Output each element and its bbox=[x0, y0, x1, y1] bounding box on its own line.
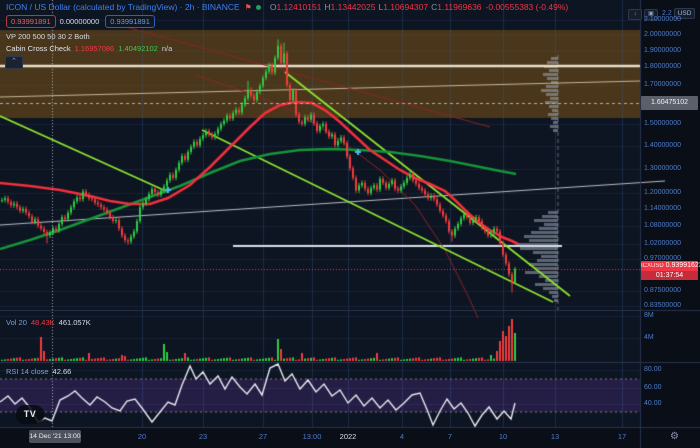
price-axis-tick: 1.08000000 bbox=[644, 222, 681, 229]
price-axis-tick: 1.70000000 bbox=[644, 81, 681, 88]
zero-value: 0.00000000 bbox=[60, 17, 100, 26]
low-value: 1.10694307 bbox=[383, 2, 428, 12]
price-axis[interactable]: 2.10000000 2.00000000 1.90000000 1.80000000… bbox=[641, 0, 700, 427]
price-axis-tick: 80.00 bbox=[644, 366, 662, 373]
time-axis-tick: 13:00 bbox=[303, 432, 322, 441]
time-axis-tick: 13 bbox=[551, 432, 559, 441]
symbol-title[interactable]: ICON / US Dollar (calculated by TradingV… bbox=[6, 2, 240, 12]
last-price-value: 0.93991623 bbox=[666, 262, 700, 269]
price-axis-tick: 8M bbox=[644, 312, 654, 319]
chart-canvas[interactable] bbox=[0, 0, 700, 448]
flag-icon[interactable]: ⚑ bbox=[245, 3, 252, 12]
tradingview-chart-window: ICON / US Dollar (calculated by TradingV… bbox=[0, 0, 700, 448]
cabin-value-3: n/a bbox=[162, 44, 172, 53]
crosshair-price-label: 1.60475102 bbox=[641, 96, 698, 110]
vp-indicator-row[interactable]: VP 200 500 50 30 2 Both bbox=[6, 32, 90, 41]
cabin-indicator-row[interactable]: Cabin Cross Check 1.169570861.40492102 n/a bbox=[6, 44, 172, 53]
settings-gear-icon[interactable]: ⚙ bbox=[670, 431, 679, 442]
price-axis-tick: 1.80000000 bbox=[644, 63, 681, 70]
price-axis-tick: 1.90000000 bbox=[644, 47, 681, 54]
price-axis-tick: 0.87500000 bbox=[644, 287, 681, 294]
time-axis-tick: 23 bbox=[199, 432, 207, 441]
change-value: -0.00555383 (-0.49%) bbox=[486, 2, 569, 12]
alert-price-badge-blue[interactable]: 0.93991891 bbox=[105, 15, 155, 28]
alert-badges-row: 0.93991891 0.00000000 0.93991891 bbox=[6, 15, 155, 28]
rsi-title: RSI bbox=[6, 367, 19, 376]
volume-value-2: 461.057K bbox=[59, 318, 91, 327]
tradingview-logo[interactable]: TV bbox=[16, 405, 44, 424]
price-axis-tick: 40.00 bbox=[644, 400, 662, 407]
cabin-value-2: 1.40492102 bbox=[118, 44, 158, 53]
time-axis-tick: 7 bbox=[448, 432, 452, 441]
time-axis-tick: 27 bbox=[259, 432, 267, 441]
symbol-legend: ICON / US Dollar (calculated by TradingV… bbox=[6, 2, 568, 12]
price-axis-tick: 1.50000000 bbox=[644, 120, 681, 127]
time-axis[interactable]: 20 23 27 13:00 2022 4 7 10 13 17 bbox=[0, 428, 700, 448]
rsi-value: 42.66 bbox=[53, 367, 72, 376]
cabin-indicator-name: Cabin Cross Check bbox=[6, 44, 71, 53]
open-value: 1.12410151 bbox=[276, 2, 321, 12]
market-status-dot bbox=[256, 5, 261, 10]
price-axis-tick: 4M bbox=[644, 334, 654, 341]
price-axis-tick: 2.00000000 bbox=[644, 31, 681, 38]
time-axis-tick: 2022 bbox=[340, 432, 357, 441]
price-axis-tick: 1.14000000 bbox=[644, 205, 681, 212]
time-axis-tick: 17 bbox=[618, 432, 626, 441]
volume-indicator-row[interactable]: Vol 20 48.43K 461.057K bbox=[6, 318, 91, 327]
time-axis-tick: 4 bbox=[400, 432, 404, 441]
volume-value-1: 48.43K bbox=[31, 318, 55, 327]
volume-title: Vol bbox=[6, 318, 16, 327]
time-axis-tick: 20 bbox=[138, 432, 146, 441]
price-axis-tick: 2.10000000 bbox=[644, 16, 681, 23]
price-axis-tick: 1.20000000 bbox=[644, 189, 681, 196]
rsi-indicator-row[interactable]: RSI 14 close 42.66 bbox=[6, 367, 71, 376]
high-value: 1.13442025 bbox=[331, 2, 376, 12]
price-axis-tick: 1.30000000 bbox=[644, 165, 681, 172]
rsi-param: 14 close bbox=[21, 367, 49, 376]
close-value: 1.11969636 bbox=[437, 2, 481, 12]
last-price-label: ICXUSD0.93991623 01:37:54 bbox=[641, 261, 698, 280]
collapse-legend-button[interactable]: ⌃ bbox=[5, 56, 23, 69]
price-axis-tick: 0.83500000 bbox=[644, 302, 681, 309]
price-axis-tick: 1.02000000 bbox=[644, 240, 681, 247]
price-axis-tick: 60.00 bbox=[644, 384, 662, 391]
volume-param: 20 bbox=[19, 318, 27, 327]
time-axis-tick: 10 bbox=[499, 432, 507, 441]
price-axis-tick: 1.40000000 bbox=[644, 142, 681, 149]
cabin-value-1: 1.16957086 bbox=[75, 44, 115, 53]
alert-price-badge-red[interactable]: 0.93991891 bbox=[6, 15, 56, 28]
download-icon[interactable]: ↓ bbox=[628, 9, 642, 20]
bar-countdown: 01:37:54 bbox=[641, 271, 698, 280]
last-price-symbol: ICXUSD bbox=[641, 263, 664, 269]
crosshair-time-label: 14 Dec '21 13:00 bbox=[29, 430, 81, 443]
